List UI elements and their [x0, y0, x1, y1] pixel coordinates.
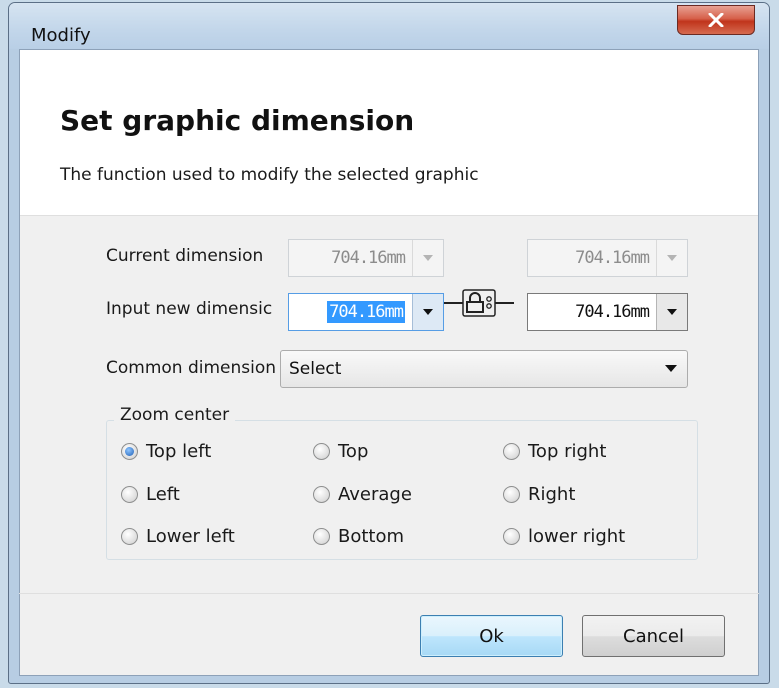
radio-lower-right[interactable]: lower right: [503, 526, 625, 547]
radio-label: Top: [338, 441, 369, 462]
current-dimension-label: Current dimension: [106, 246, 264, 266]
new-width-combo[interactable]: 704.16mm: [288, 293, 444, 331]
radio-right[interactable]: Right: [503, 484, 575, 505]
title-bar[interactable]: Modify: [9, 3, 769, 49]
radio-label: Average: [338, 484, 412, 505]
dialog-description: The function used to modify the selected…: [60, 165, 479, 185]
radio-label: Top right: [528, 441, 607, 462]
window-title: Modify: [31, 25, 91, 46]
radio-icon: [313, 528, 330, 545]
chevron-down-icon: [423, 309, 433, 315]
radio-icon: [121, 528, 138, 545]
radio-average[interactable]: Average: [313, 484, 412, 505]
current-height-value: 704.16mm: [575, 248, 650, 268]
radio-icon: [313, 486, 330, 503]
radio-label: Top left: [146, 441, 212, 462]
radio-bottom[interactable]: Bottom: [313, 526, 404, 547]
radio-lower-left[interactable]: Lower left: [121, 526, 235, 547]
common-dimension-value: Select: [289, 359, 342, 379]
close-icon: [708, 13, 724, 27]
radio-left[interactable]: Left: [121, 484, 180, 505]
footer-separator: [19, 593, 759, 594]
radio-top-left[interactable]: Top left: [121, 441, 211, 462]
modify-dialog-window: Modify Set graphic dimension The functio…: [8, 2, 770, 684]
radio-label: lower right: [528, 526, 626, 547]
radio-icon: [313, 443, 330, 460]
current-width-combo: 704.16mm: [288, 239, 444, 277]
close-button[interactable]: [677, 5, 755, 35]
current-height-combo: 704.16mm: [527, 239, 688, 277]
chevron-down-icon: [412, 240, 443, 276]
radio-icon: [503, 486, 520, 503]
lock-icon[interactable]: [444, 286, 514, 320]
radio-top[interactable]: Top: [313, 441, 368, 462]
radio-label: Left: [146, 484, 180, 505]
header-panel: Set graphic dimension The function used …: [20, 50, 758, 216]
common-dimension-label: Common dimension: [106, 358, 277, 378]
radio-label: Right: [528, 484, 576, 505]
radio-icon: [503, 528, 520, 545]
radio-icon: [121, 486, 138, 503]
new-height-dropdown-button[interactable]: [656, 294, 687, 330]
chevron-down-icon: [656, 240, 687, 276]
radio-label: Bottom: [338, 526, 405, 547]
common-dimension-select[interactable]: Select: [280, 350, 688, 388]
chevron-down-icon: [665, 365, 677, 372]
ok-button[interactable]: Ok: [420, 615, 563, 657]
input-new-dimension-label: Input new dimensic: [106, 299, 273, 319]
new-width-dropdown-button[interactable]: [412, 294, 443, 330]
new-height-input[interactable]: 704.16mm: [528, 294, 655, 330]
radio-checked-icon: [121, 443, 138, 460]
radio-label: Lower left: [146, 526, 235, 547]
radio-icon: [503, 443, 520, 460]
dialog-heading: Set graphic dimension: [60, 104, 415, 137]
chevron-down-icon: [667, 309, 677, 315]
new-width-input[interactable]: 704.16mm: [327, 301, 405, 323]
current-width-value: 704.16mm: [331, 248, 406, 268]
cancel-button[interactable]: Cancel: [582, 615, 725, 657]
zoom-center-legend: Zoom center: [114, 405, 236, 425]
new-height-combo[interactable]: 704.16mm: [527, 293, 688, 331]
radio-top-right[interactable]: Top right: [503, 441, 606, 462]
